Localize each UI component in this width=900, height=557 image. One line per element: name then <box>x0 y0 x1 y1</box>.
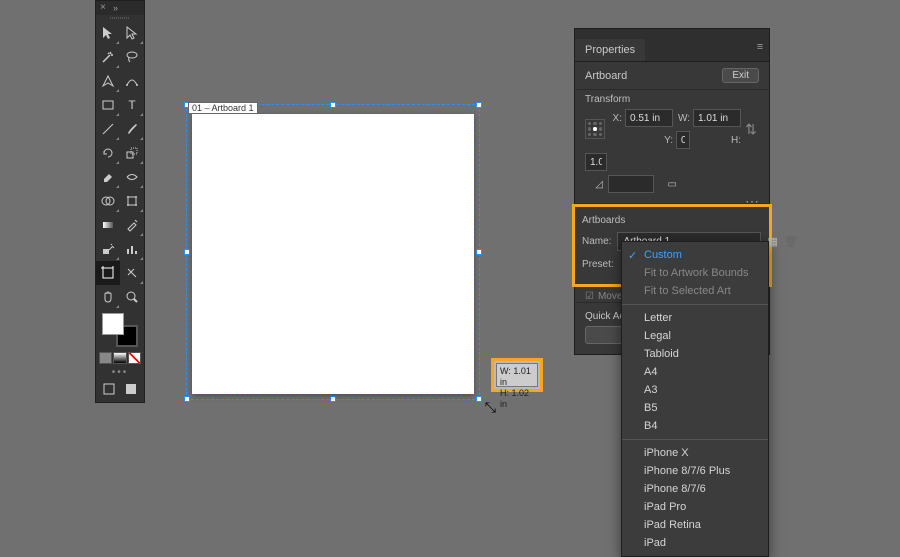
w-label: W: <box>676 113 690 124</box>
artboard-label[interactable]: 01 – Artboard 1 <box>188 102 258 114</box>
preset-option[interactable]: iPhone X <box>622 444 768 462</box>
tooltip-width: W: 1.01 in <box>500 366 534 388</box>
exit-button[interactable]: Exit <box>722 68 759 83</box>
preset-option[interactable]: Letter <box>622 309 768 327</box>
curvature-tool[interactable] <box>120 69 144 93</box>
y-label: Y: <box>625 135 673 146</box>
tab-properties[interactable]: Properties <box>575 39 645 61</box>
w-input[interactable] <box>693 109 741 127</box>
gradient-tool[interactable] <box>96 213 120 237</box>
direct-selection-tool[interactable] <box>120 21 144 45</box>
h-input[interactable] <box>585 153 607 171</box>
draw-normal-icon[interactable] <box>103 383 115 395</box>
rotate-tool[interactable] <box>96 141 120 165</box>
flip-icon: ▭ <box>659 179 677 190</box>
artboard-tool[interactable] <box>96 261 120 285</box>
paintbrush-tool[interactable] <box>120 117 144 141</box>
preset-option[interactable]: B4 <box>622 417 768 435</box>
size-tooltip-highlight: W: 1.01 in H: 1.02 in <box>491 358 543 392</box>
column-graph-tool[interactable] <box>120 237 144 261</box>
close-icon[interactable]: × <box>100 4 108 12</box>
symbol-sprayer-tool[interactable] <box>96 237 120 261</box>
link-wh-icon[interactable]: ⇅ <box>744 121 758 138</box>
x-input[interactable] <box>625 109 673 127</box>
name-label: Name: <box>582 236 611 247</box>
resize-cursor-icon: ⤡ <box>485 399 496 416</box>
line-tool[interactable] <box>96 117 120 141</box>
collapse-icon[interactable]: » <box>113 3 118 13</box>
preset-label: Preset: <box>582 259 618 270</box>
hand-tool[interactable] <box>96 285 120 309</box>
artboards-heading: Artboards <box>582 211 762 228</box>
toolbox: × » T <box>95 0 145 403</box>
color-mode-gradient[interactable] <box>113 352 126 364</box>
y-input[interactable] <box>676 131 690 149</box>
color-mode-none[interactable] <box>128 352 141 364</box>
handle-bottom-left[interactable] <box>184 396 190 402</box>
preset-option[interactable]: A3 <box>622 381 768 399</box>
preset-option[interactable]: iPhone 8/7/6 <box>622 480 768 498</box>
tooltip-height: H: 1.02 in <box>500 388 534 410</box>
preset-option-custom[interactable]: Custom <box>622 246 768 264</box>
panel-menu-icon[interactable]: ≡ <box>753 41 767 53</box>
panel-tabbar: Properties <box>575 39 769 62</box>
panel-grip[interactable] <box>575 29 769 39</box>
type-tool[interactable]: T <box>120 93 144 117</box>
handle-bottom-center[interactable] <box>330 396 336 402</box>
handle-top-center[interactable] <box>330 102 336 108</box>
preset-option[interactable]: Legal <box>622 327 768 345</box>
reference-point-picker[interactable] <box>585 119 605 139</box>
preset-dropdown: Custom Fit to Artwork Bounds Fit to Sele… <box>621 241 769 557</box>
selection-tool[interactable] <box>96 21 120 45</box>
scale-tool[interactable] <box>120 141 144 165</box>
preset-option-fit-selected[interactable]: Fit to Selected Art <box>622 282 768 300</box>
delete-artboard-icon[interactable]: 🗑 <box>784 235 798 249</box>
eyedropper-tool[interactable] <box>120 213 144 237</box>
handle-mid-right[interactable] <box>476 249 482 255</box>
handle-bottom-right[interactable] <box>476 396 482 402</box>
selection-type: Artboard <box>585 70 627 82</box>
zoom-tool[interactable] <box>120 285 144 309</box>
magic-wand-tool[interactable] <box>96 45 120 69</box>
edit-toolbar[interactable]: ••• <box>98 365 142 380</box>
screen-mode-icon[interactable] <box>125 383 137 395</box>
toolbox-titlebar[interactable]: × » <box>96 1 144 15</box>
new-artboard-icon[interactable]: ▦ <box>767 235 777 249</box>
tool-grid: T <box>96 21 144 309</box>
shape-builder-tool[interactable] <box>96 189 120 213</box>
preset-option[interactable]: iPad Retina <box>622 516 768 534</box>
preset-option[interactable]: iPhone 8/7/6 Plus <box>622 462 768 480</box>
x-label: X: <box>610 113 622 124</box>
lasso-tool[interactable] <box>120 45 144 69</box>
angle-icon: ◿ <box>585 179 603 190</box>
color-swatches: ••• <box>96 309 144 402</box>
preset-option-fit-artwork[interactable]: Fit to Artwork Bounds <box>622 264 768 282</box>
pen-tool[interactable] <box>96 69 120 93</box>
color-mode-solid[interactable] <box>99 352 112 364</box>
canvas-area[interactable]: 01 – Artboard 1 ⤡ <box>186 104 480 400</box>
slice-tool[interactable] <box>120 261 144 285</box>
eraser-tool[interactable] <box>96 165 120 189</box>
width-tool[interactable] <box>120 165 144 189</box>
preset-option[interactable]: iPad <box>622 534 768 552</box>
preset-option[interactable]: Tabloid <box>622 345 768 363</box>
preset-option[interactable]: iPad Pro <box>622 498 768 516</box>
preset-option[interactable]: A4 <box>622 363 768 381</box>
preset-option[interactable]: B5 <box>622 399 768 417</box>
fill-swatch[interactable] <box>102 313 124 335</box>
free-transform-tool[interactable] <box>120 189 144 213</box>
angle-input[interactable] <box>608 175 654 193</box>
svg-text:T: T <box>128 98 136 112</box>
size-tooltip: W: 1.01 in H: 1.02 in <box>496 363 538 387</box>
handle-mid-left[interactable] <box>184 249 190 255</box>
transform-heading: Transform <box>575 90 769 107</box>
h-label: H: <box>693 135 741 146</box>
handle-top-right[interactable] <box>476 102 482 108</box>
artboard[interactable] <box>192 114 474 394</box>
rectangle-tool[interactable] <box>96 93 120 117</box>
